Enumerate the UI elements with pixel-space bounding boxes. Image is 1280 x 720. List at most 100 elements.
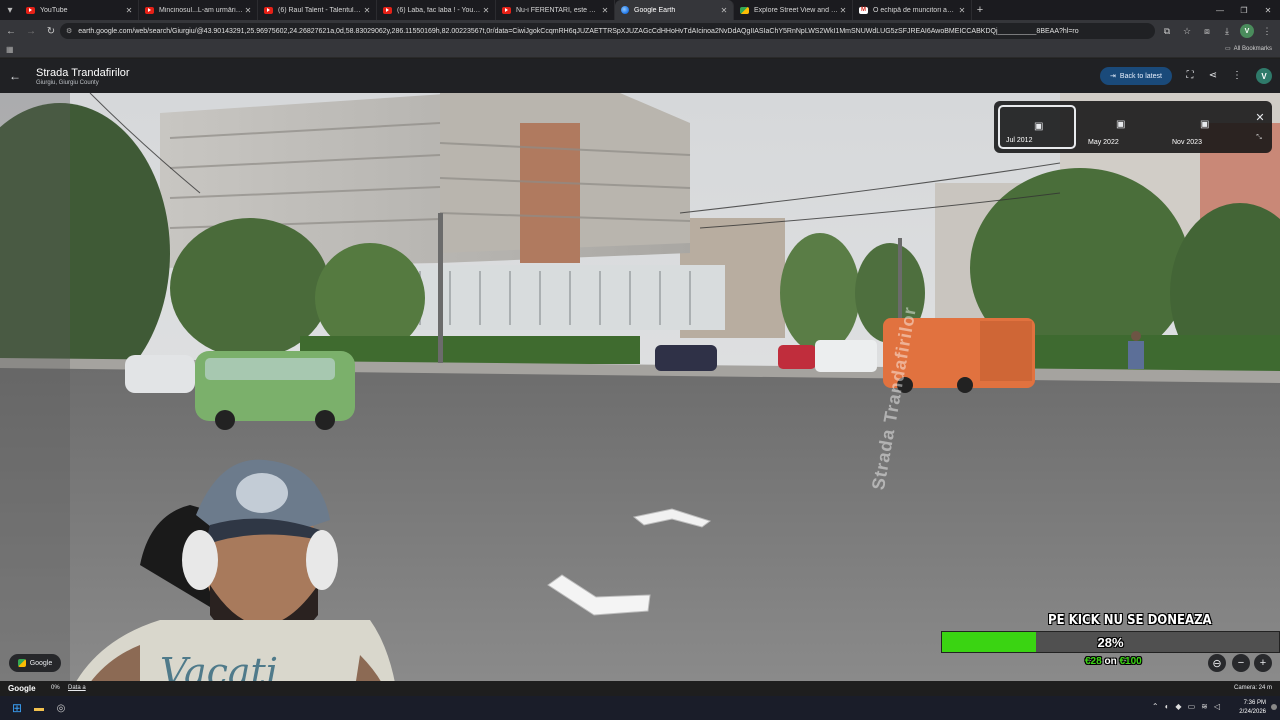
clock-date: 2/24/2026	[1239, 709, 1266, 715]
notification-icon[interactable]	[1271, 704, 1277, 710]
tab-close-icon[interactable]: ✕	[957, 6, 967, 15]
imagery-date-label: Nov 2023	[1172, 139, 1202, 146]
app-icon[interactable]: ◎	[54, 701, 68, 715]
youtube-icon	[145, 6, 154, 14]
forward-arrow-icon[interactable]: →	[22, 22, 40, 40]
network-icon[interactable]: ◐	[1165, 702, 1170, 711]
toolbar-actions: ⧉ ☆ ⧈ ⤓ V ⋮	[1160, 22, 1274, 40]
gmail-icon: M	[859, 6, 868, 14]
file-explorer-icon[interactable]: ▬	[32, 701, 46, 715]
browser-tab[interactable]: Mincinosul...L-am urmărit două✕	[139, 0, 258, 20]
tab-close-icon[interactable]: ✕	[719, 6, 729, 15]
camera-altitude: Camera: 24 m	[1233, 685, 1272, 691]
zoom-in-button[interactable]: +	[1254, 654, 1272, 672]
backward-nav-arrow[interactable]	[544, 571, 654, 617]
tab-close-icon[interactable]: ✕	[362, 6, 372, 15]
more-menu-icon[interactable]: ⋮	[1260, 24, 1274, 38]
tab-search-icon[interactable]: ▾	[0, 0, 20, 20]
close-window-icon[interactable]: ✕	[1256, 0, 1280, 20]
new-tab-button[interactable]: +	[972, 4, 988, 16]
close-icon[interactable]: ✕	[1254, 111, 1266, 124]
imagery-date-card[interactable]: ▣ Nov 2023	[1166, 105, 1244, 149]
screen: ▾ YouTube✕Mincinosul...L-am urmărit două…	[0, 0, 1280, 720]
more-options-icon[interactable]: ⋮	[1230, 68, 1244, 82]
donation-goal-title: PE KICK NU SE DONEAZA	[1048, 613, 1212, 628]
youtube-icon	[26, 6, 35, 14]
browser-tab[interactable]: Explore Street View and add yo✕	[734, 0, 853, 20]
collapse-icon[interactable]: ⤡	[1254, 133, 1264, 143]
system-tray: ⌃ ◐ ◆ ▭ ≋ ◁	[1152, 702, 1220, 711]
address-bar: ← → ↻ ⚙ earth.google.com/web/search/Giur…	[0, 20, 1280, 42]
all-bookmarks-label: All Bookmarks	[1233, 45, 1272, 52]
tab-title: Google Earth	[634, 6, 676, 14]
tab-close-icon[interactable]: ✕	[481, 6, 491, 15]
earth-header: ← Strada Trandafirilor Giurgiu, Giurgiu …	[0, 59, 1280, 93]
tab-close-icon[interactable]: ✕	[600, 6, 610, 15]
google-logo: Google	[8, 684, 36, 693]
wifi-icon[interactable]: ≋	[1201, 702, 1208, 711]
tab-title: Mincinosul...L-am urmărit două	[159, 6, 243, 14]
tab-close-icon[interactable]: ✕	[124, 6, 134, 15]
reload-icon[interactable]: ↻	[42, 22, 60, 40]
imagery-source-label: Google	[29, 659, 53, 667]
compass-icon[interactable]: ⊖	[1208, 654, 1226, 672]
browser-tab[interactable]: (6) Laba, fac laba ! - YouTube ✕	[377, 0, 496, 20]
tab-title: (6) Raul Talent - Talentul ala fin	[278, 6, 362, 14]
browser-tab[interactable]: M O echipă de muncitori au dărâ✕	[853, 0, 972, 20]
windows-taskbar: ⊞ ▬ ◎ ⌃ ◐ ◆ ▭ ≋ ◁ 7:36 PM 2/24/2026	[0, 696, 1280, 720]
tab-close-icon[interactable]: ✕	[243, 6, 253, 15]
account-avatar[interactable]: V	[1256, 68, 1272, 84]
forward-nav-arrow[interactable]	[630, 505, 714, 531]
zoom-out-button[interactable]: −	[1232, 654, 1250, 672]
back-icon[interactable]: ←	[8, 69, 22, 83]
donation-progress-bar: 28%	[941, 631, 1280, 653]
taskbar-clock[interactable]: 7:36 PM 2/24/2026	[1239, 699, 1266, 717]
back-arrow-icon[interactable]: ←	[2, 22, 20, 40]
image-icon: ▣	[1034, 121, 1044, 132]
share-icon[interactable]: ⋖	[1206, 68, 1220, 82]
site-info-icon[interactable]: ⚙	[66, 27, 72, 35]
tab-title: (6) Laba, fac laba ! - YouTube	[397, 6, 481, 14]
tab-title: O echipă de muncitori au dărâ	[873, 6, 957, 14]
shield-icon[interactable]: ◆	[1175, 702, 1181, 711]
image-icon: ▣	[1200, 119, 1210, 130]
browser-tab[interactable]: YouTube ✕	[20, 0, 139, 20]
chevron-up-icon[interactable]: ⌃	[1152, 702, 1159, 711]
install-app-icon[interactable]: ⧉	[1160, 24, 1174, 38]
imagery-source-chip[interactable]: Google	[9, 654, 61, 672]
window-controls: — ❐ ✕	[1208, 0, 1280, 20]
profile-avatar[interactable]: V	[1240, 24, 1254, 38]
earth-status-bar: Google 0% Data a Camera: 24 m	[0, 681, 1280, 696]
back-to-latest-label: Back to latest	[1119, 72, 1162, 80]
maximize-icon[interactable]: ❐	[1232, 0, 1256, 20]
donation-goal: €100	[1119, 656, 1142, 667]
windows-start-icon[interactable]: ⊞	[10, 701, 24, 715]
bookmarks-bar: ▦ ▭ All Bookmarks	[0, 42, 1280, 58]
imagery-date-card[interactable]: ▣ May 2022	[1082, 105, 1160, 149]
url-input[interactable]: ⚙ earth.google.com/web/search/Giurgiu/@4…	[60, 23, 1155, 39]
extensions-icon[interactable]: ⧈	[1200, 24, 1214, 38]
back-to-latest-button[interactable]: ⇥ Back to latest	[1100, 67, 1172, 85]
monitor-icon[interactable]: ▭	[1188, 702, 1196, 711]
tab-title: Nu-i FERENTARI, este TEI TOBO	[516, 6, 600, 14]
street-view-icon	[17, 659, 26, 667]
downloads-icon[interactable]: ⤓	[1220, 24, 1234, 38]
minimize-icon[interactable]: —	[1208, 0, 1232, 20]
data-attribution-link[interactable]: Data a	[68, 685, 86, 691]
imagery-date-card[interactable]: ▣ Jul 2012	[998, 105, 1076, 149]
tab-title: YouTube	[40, 6, 68, 14]
loading-percent: 0%	[51, 685, 60, 691]
bookmark-star-icon[interactable]: ☆	[1180, 24, 1194, 38]
browser-tab[interactable]: Google Earth ✕	[615, 0, 734, 20]
donation-amount: €28 on €100	[1085, 656, 1142, 667]
clock-time: 7:36 PM	[1243, 700, 1266, 706]
all-bookmarks-button[interactable]: ▭ All Bookmarks	[1225, 45, 1272, 53]
apps-grid-icon[interactable]: ▦	[6, 45, 14, 54]
browser-tab[interactable]: (6) Raul Talent - Talentul ala fin✕	[258, 0, 377, 20]
tab-close-icon[interactable]: ✕	[838, 6, 848, 15]
browser-tab[interactable]: Nu-i FERENTARI, este TEI TOBO✕	[496, 0, 615, 20]
fullscreen-icon[interactable]: ⛶	[1183, 68, 1197, 82]
youtube-icon	[383, 6, 392, 14]
imagery-date-label: Jul 2012	[1006, 137, 1033, 144]
volume-icon[interactable]: ◁	[1214, 702, 1220, 711]
